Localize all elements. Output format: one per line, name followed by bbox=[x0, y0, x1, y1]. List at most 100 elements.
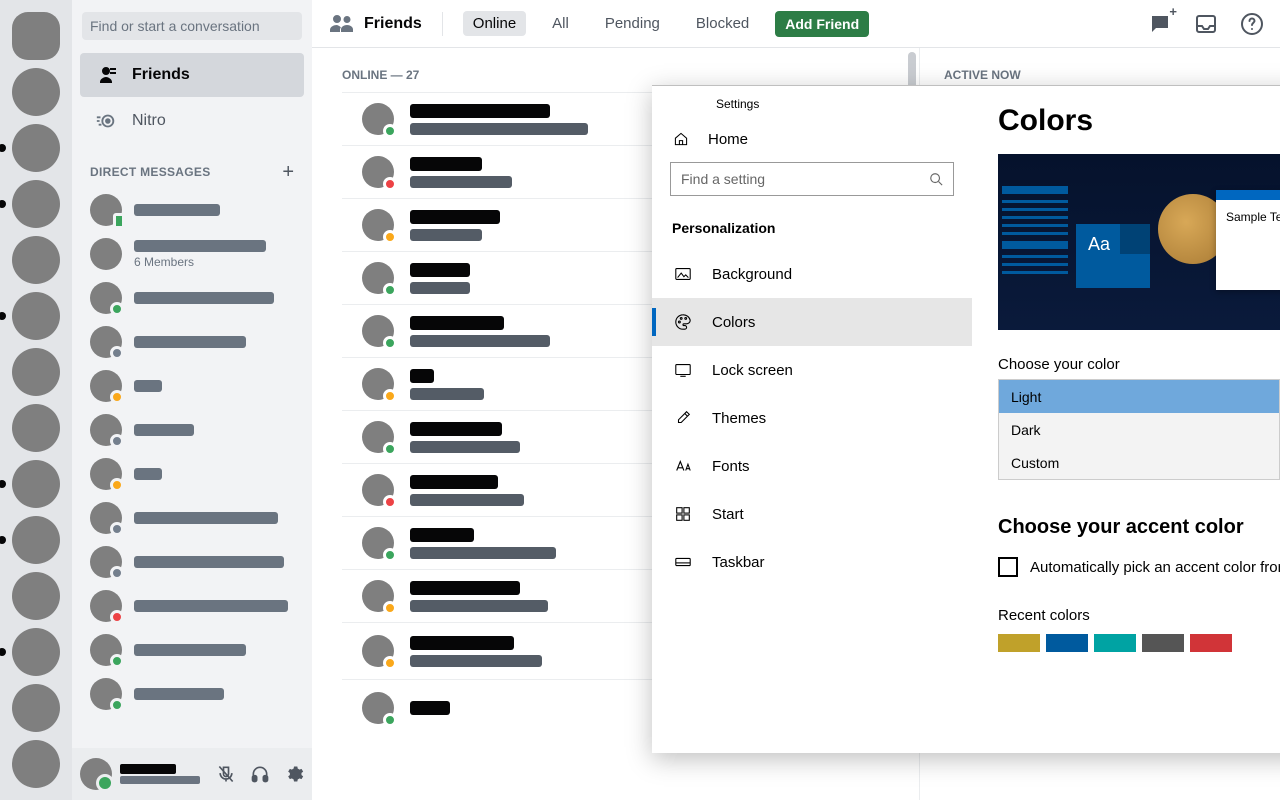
friend-avatar bbox=[362, 262, 394, 294]
server-icon[interactable] bbox=[12, 124, 60, 172]
server-icon[interactable] bbox=[12, 740, 60, 788]
window-title: Settings bbox=[652, 94, 972, 114]
active-now-heading: ACTIVE NOW bbox=[944, 68, 1256, 82]
page-title: Colors bbox=[998, 104, 1280, 138]
themes-icon bbox=[674, 409, 692, 427]
server-icon[interactable] bbox=[12, 684, 60, 732]
color-swatch[interactable] bbox=[1046, 634, 1088, 652]
dm-avatar bbox=[90, 590, 122, 622]
user-panel bbox=[72, 748, 312, 800]
color-mode-dropdown[interactable]: Light Dark Custom bbox=[998, 379, 1280, 480]
search-icon bbox=[929, 172, 943, 186]
server-icon[interactable] bbox=[12, 572, 60, 620]
server-icon[interactable] bbox=[12, 348, 60, 396]
server-icon[interactable] bbox=[12, 404, 60, 452]
server-icon[interactable] bbox=[12, 180, 60, 228]
dropdown-option-light[interactable]: Light bbox=[999, 380, 1279, 413]
server-icon[interactable] bbox=[12, 236, 60, 284]
dm-item[interactable] bbox=[80, 320, 304, 364]
friend-avatar bbox=[362, 368, 394, 400]
dm-item[interactable] bbox=[80, 452, 304, 496]
dm-item[interactable] bbox=[80, 408, 304, 452]
server-icon[interactable] bbox=[12, 68, 60, 116]
recent-color-swatches bbox=[998, 634, 1280, 652]
friends-label: Friends bbox=[132, 66, 190, 84]
nav-label: Lock screen bbox=[712, 362, 793, 379]
search-placeholder: Find or start a conversation bbox=[90, 18, 260, 34]
filter-online[interactable]: Online bbox=[463, 11, 526, 36]
nitro-nav-item[interactable]: Nitro bbox=[80, 99, 304, 143]
recent-colors-label: Recent colors bbox=[998, 607, 1280, 624]
dropdown-option-custom[interactable]: Custom bbox=[999, 446, 1279, 479]
dm-avatar bbox=[90, 458, 122, 490]
color-swatch[interactable] bbox=[1142, 634, 1184, 652]
settings-content-panel: Colors Aa Sample Text ur Dreams Choose y… bbox=[972, 86, 1280, 753]
settings-nav-panel: Settings Home Find a setting Personaliza… bbox=[652, 86, 972, 753]
accent-color-heading: Choose your accent color bbox=[998, 516, 1280, 539]
dm-item[interactable] bbox=[80, 364, 304, 408]
nav-label: Themes bbox=[712, 410, 766, 427]
dm-avatar bbox=[90, 238, 122, 270]
dm-item[interactable] bbox=[80, 672, 304, 716]
checkbox-icon[interactable] bbox=[998, 557, 1018, 577]
friend-avatar bbox=[362, 580, 394, 612]
friends-title: Friends bbox=[364, 15, 422, 33]
dm-avatar bbox=[90, 370, 122, 402]
create-dm-button[interactable]: + bbox=[282, 162, 294, 182]
inbox-icon[interactable] bbox=[1194, 12, 1218, 36]
dm-avatar bbox=[90, 194, 122, 226]
auto-accent-checkbox-row[interactable]: Automatically pick an accent color from bbox=[998, 557, 1280, 577]
dm-item[interactable]: 6 Members bbox=[80, 232, 304, 276]
lock-screen-icon bbox=[674, 361, 692, 379]
server-rail bbox=[0, 0, 72, 800]
server-icon[interactable] bbox=[12, 460, 60, 508]
friend-avatar bbox=[362, 692, 394, 724]
home-server[interactable] bbox=[12, 12, 60, 60]
color-swatch[interactable] bbox=[1094, 634, 1136, 652]
nav-fonts[interactable]: Fonts bbox=[652, 442, 972, 490]
dm-avatar bbox=[90, 282, 122, 314]
friend-avatar bbox=[362, 527, 394, 559]
self-avatar[interactable] bbox=[80, 758, 112, 790]
nav-colors[interactable]: Colors bbox=[652, 298, 972, 346]
server-icon[interactable] bbox=[12, 516, 60, 564]
settings-home-link[interactable]: Home bbox=[652, 114, 972, 162]
filter-blocked[interactable]: Blocked bbox=[686, 11, 759, 36]
nav-start[interactable]: Start bbox=[652, 490, 972, 538]
dm-item[interactable] bbox=[80, 584, 304, 628]
server-icon[interactable] bbox=[12, 628, 60, 676]
color-swatch[interactable] bbox=[1190, 634, 1232, 652]
nav-themes[interactable]: Themes bbox=[652, 394, 972, 442]
settings-search-input[interactable]: Find a setting bbox=[670, 162, 954, 196]
dm-item[interactable] bbox=[80, 188, 304, 232]
home-label: Home bbox=[708, 131, 748, 148]
friends-nav-item[interactable]: Friends bbox=[80, 53, 304, 97]
friend-avatar bbox=[362, 156, 394, 188]
filter-all[interactable]: All bbox=[542, 11, 579, 36]
dm-avatar bbox=[90, 326, 122, 358]
dm-avatar bbox=[90, 414, 122, 446]
nav-background[interactable]: Background bbox=[652, 250, 972, 298]
mute-mic-icon[interactable] bbox=[216, 764, 236, 784]
windows-settings-window: Settings Home Find a setting Personaliza… bbox=[652, 85, 1280, 753]
filter-pending[interactable]: Pending bbox=[595, 11, 670, 36]
add-friend-button[interactable]: Add Friend bbox=[775, 11, 869, 37]
dm-item[interactable] bbox=[80, 496, 304, 540]
user-settings-icon[interactable] bbox=[284, 764, 304, 784]
nav-taskbar[interactable]: Taskbar bbox=[652, 538, 972, 586]
nav-label: Colors bbox=[712, 314, 755, 331]
color-swatch[interactable] bbox=[998, 634, 1040, 652]
dm-item[interactable] bbox=[80, 540, 304, 584]
settings-search-placeholder: Find a setting bbox=[681, 171, 765, 187]
dropdown-option-dark[interactable]: Dark bbox=[999, 413, 1279, 446]
conversation-search[interactable]: Find or start a conversation bbox=[82, 12, 302, 40]
dm-item[interactable] bbox=[80, 628, 304, 672]
nav-label: Taskbar bbox=[712, 554, 765, 571]
new-group-dm-icon[interactable] bbox=[1148, 12, 1172, 36]
nav-lock-screen[interactable]: Lock screen bbox=[652, 346, 972, 394]
dm-item[interactable] bbox=[80, 276, 304, 320]
server-icon[interactable] bbox=[12, 292, 60, 340]
nitro-label: Nitro bbox=[132, 112, 166, 130]
help-icon[interactable] bbox=[1240, 12, 1264, 36]
headphones-icon[interactable] bbox=[250, 764, 270, 784]
